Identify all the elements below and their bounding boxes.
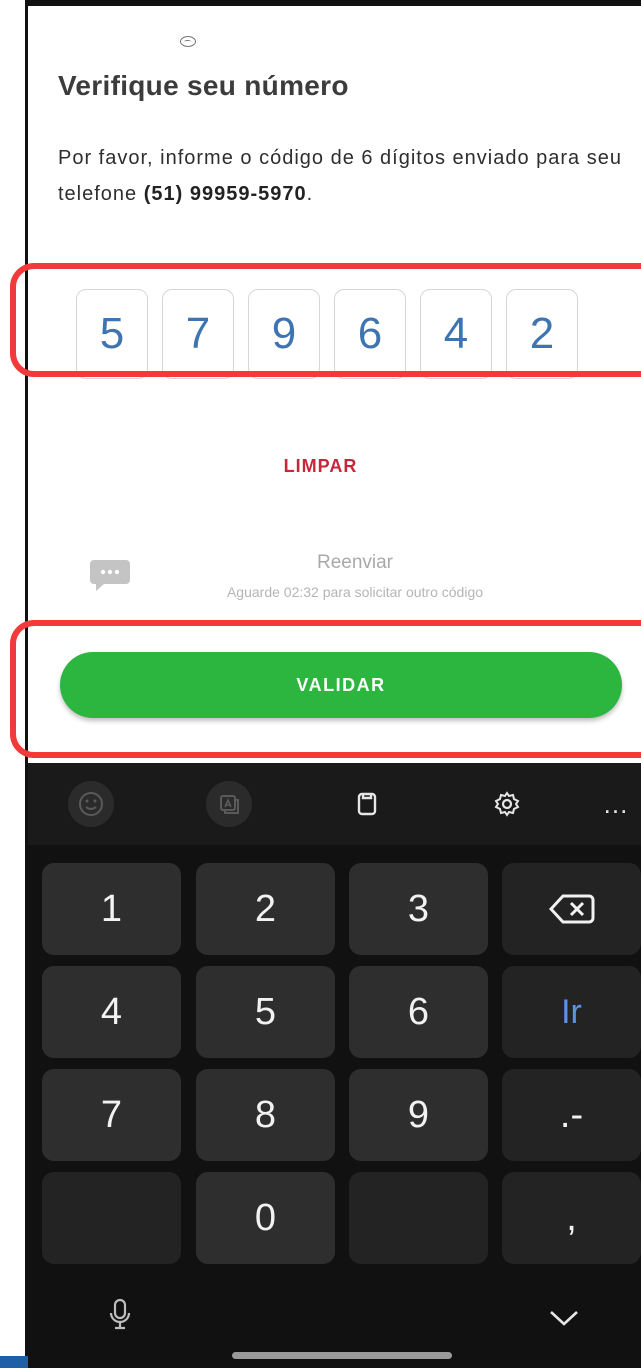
chat-bubble-icon: [90, 560, 130, 591]
more-options-icon[interactable]: ...: [596, 781, 636, 827]
clear-button[interactable]: LIMPAR: [0, 456, 641, 477]
app-logo-icon: [180, 36, 196, 47]
key-5[interactable]: 5: [196, 966, 335, 1058]
phone-screen: Verifique seu número Por favor, informe …: [0, 0, 641, 1368]
backspace-key[interactable]: [502, 863, 641, 955]
keyboard-toolbar: ...: [28, 763, 641, 845]
translate-icon[interactable]: [206, 781, 252, 827]
more-dots: ...: [603, 788, 629, 819]
comma-key[interactable]: ,: [502, 1172, 641, 1264]
numeric-keyboard: ... 1 2 3 4 5 6 Ir 7 8 9 .- 0 ,: [28, 763, 641, 1368]
microphone-icon[interactable]: [108, 1298, 132, 1332]
key-9[interactable]: 9: [349, 1069, 488, 1161]
description-suffix: .: [306, 183, 314, 205]
page-title: Verifique seu número: [58, 70, 349, 101]
key-4[interactable]: 4: [42, 966, 181, 1058]
highlight-validate: [10, 620, 641, 758]
clipboard-icon[interactable]: [344, 781, 390, 827]
top-border: [28, 0, 641, 6]
edge-strip: [0, 1356, 28, 1368]
phone-number: (51) 99959-5970: [143, 183, 307, 205]
key-1[interactable]: 1: [42, 863, 181, 955]
settings-gear-icon[interactable]: [484, 781, 530, 827]
highlight-otp: [10, 263, 641, 377]
resend-button[interactable]: Reenviar: [190, 552, 520, 574]
resend-countdown: Aguarde 02:32 para solicitar outro códig…: [226, 584, 484, 600]
key-0[interactable]: 0: [196, 1172, 335, 1264]
go-key[interactable]: Ir: [502, 966, 641, 1058]
verification-description: Por favor, informe o código de 6 dígitos…: [58, 140, 628, 212]
blank-key-right: [349, 1172, 488, 1264]
key-3[interactable]: 3: [349, 863, 488, 955]
backspace-icon: [548, 894, 594, 924]
key-2[interactable]: 2: [196, 863, 335, 955]
key-6[interactable]: 6: [349, 966, 488, 1058]
key-7[interactable]: 7: [42, 1069, 181, 1161]
home-indicator: [232, 1352, 452, 1359]
period-dash-key[interactable]: .-: [502, 1069, 641, 1161]
blank-key-left: [42, 1172, 181, 1264]
emoji-icon[interactable]: [68, 781, 114, 827]
description-text: Por favor, informe o código de 6 dígitos…: [58, 147, 622, 205]
key-8[interactable]: 8: [196, 1069, 335, 1161]
chevron-down-icon[interactable]: [548, 1308, 580, 1328]
